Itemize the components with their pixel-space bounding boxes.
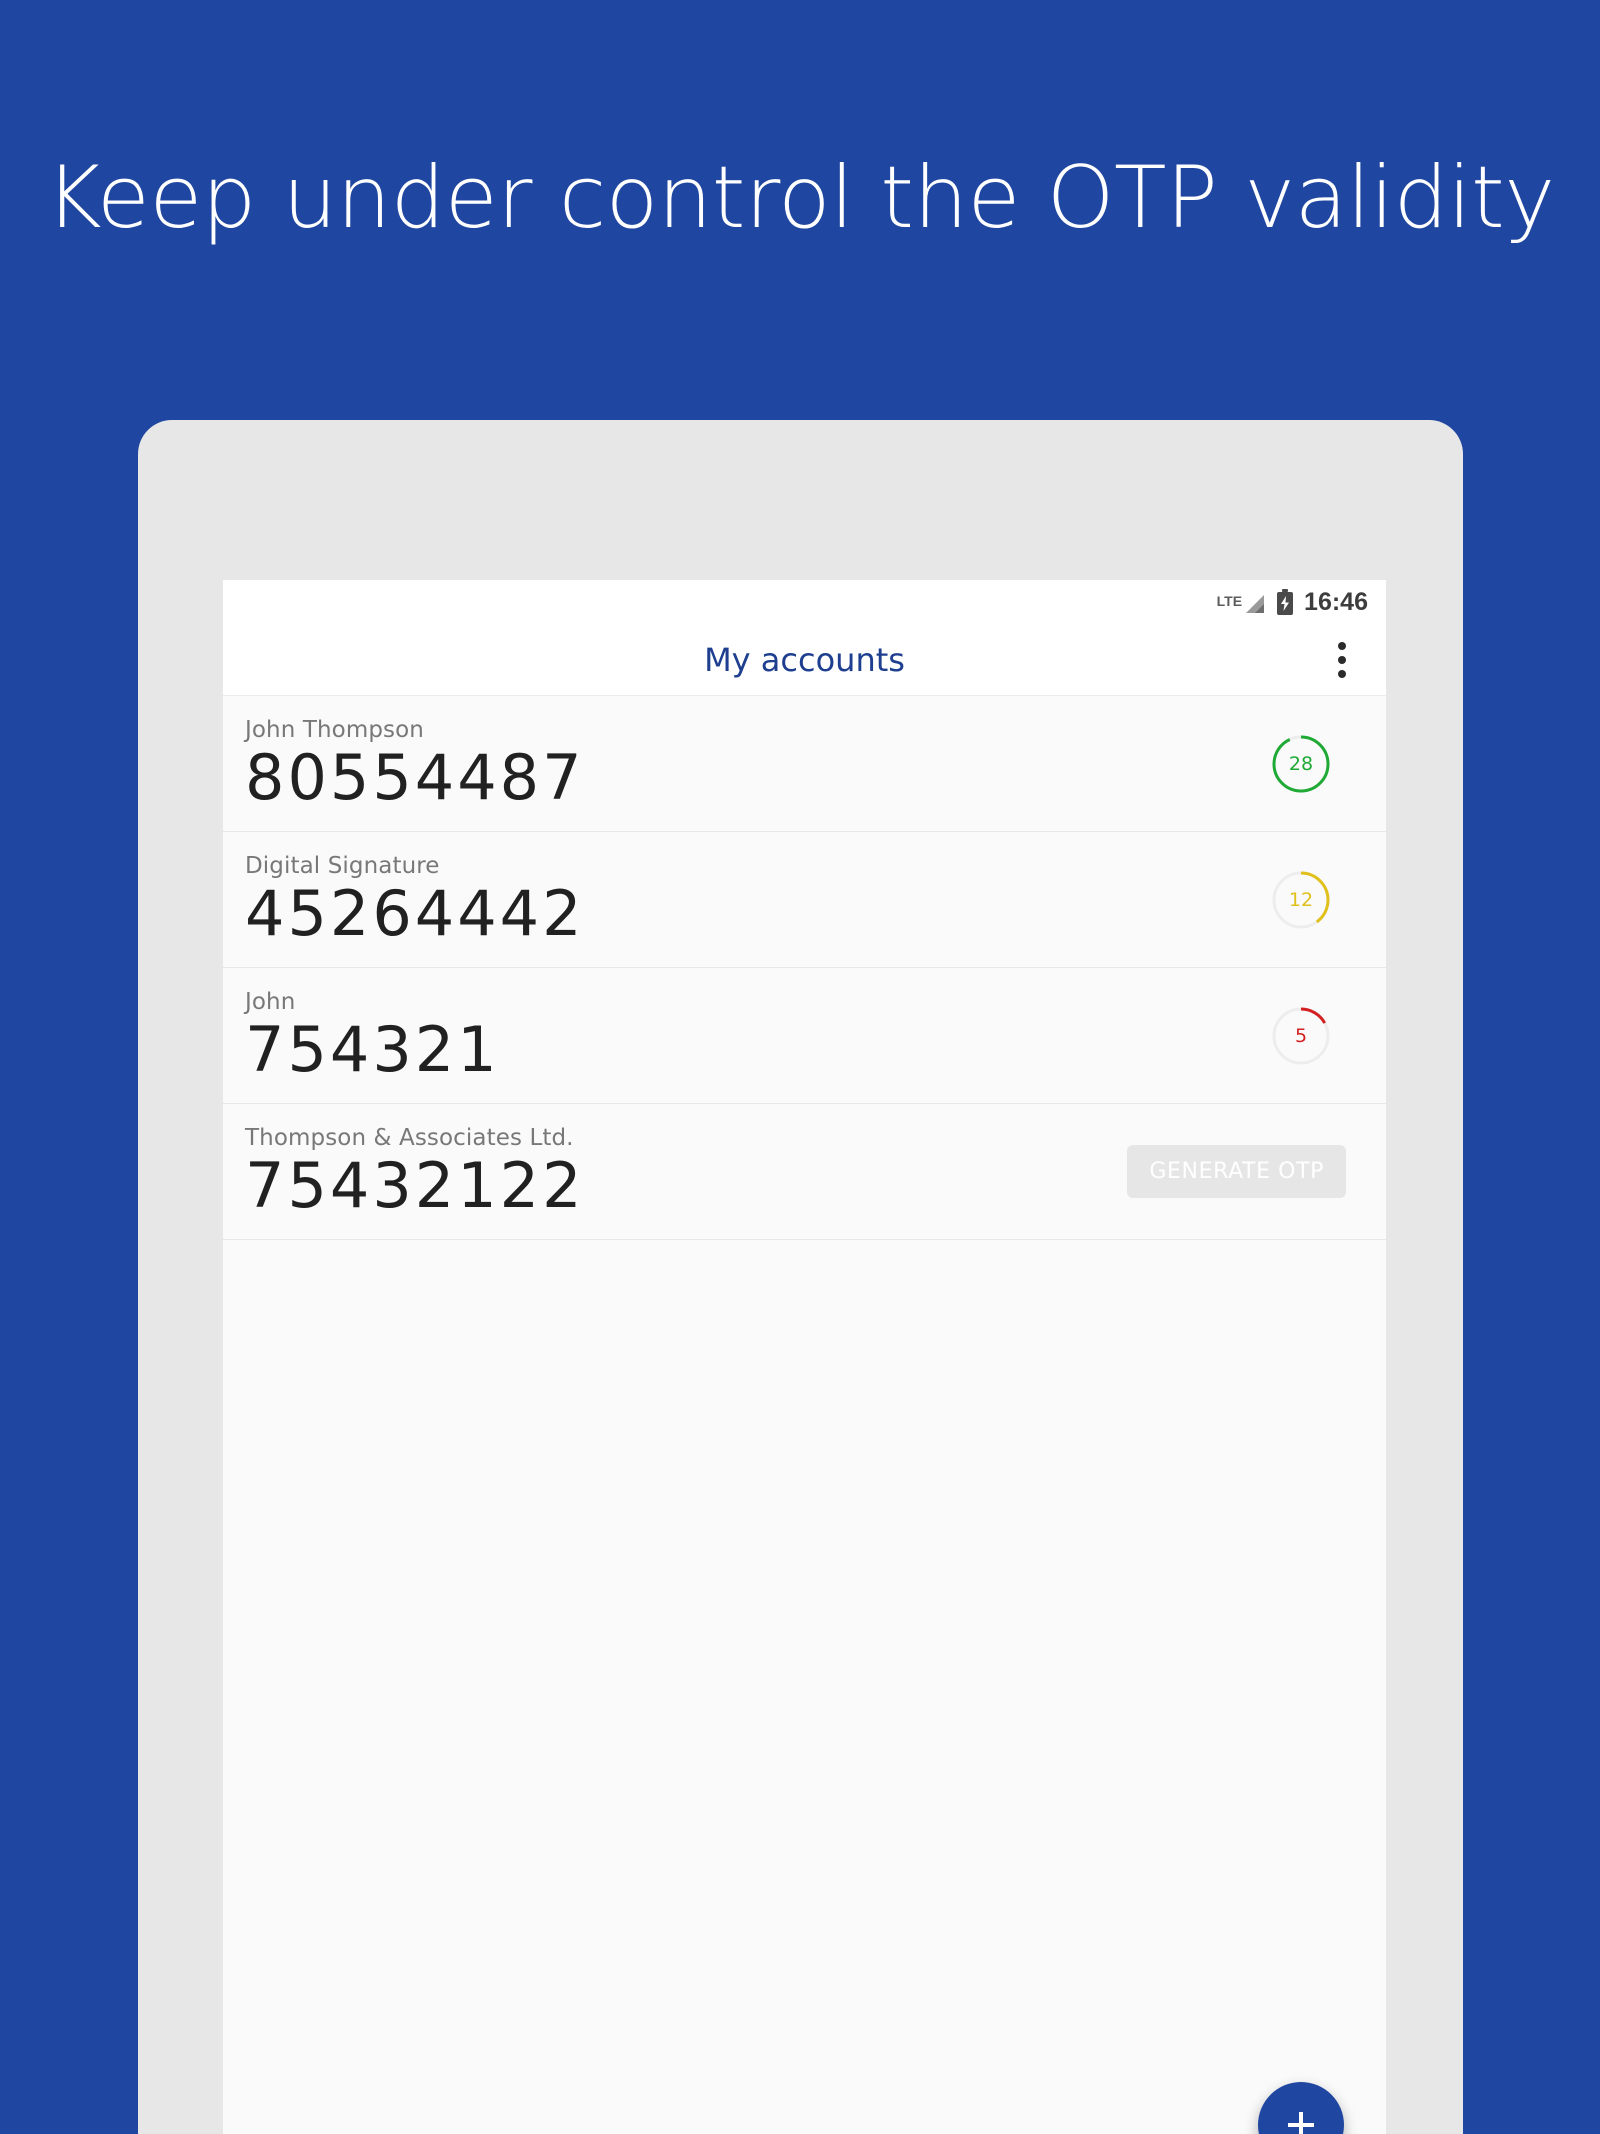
account-row[interactable]: John 754321 5 xyxy=(223,968,1386,1104)
network-type-label: LTE xyxy=(1216,593,1243,609)
account-row[interactable]: John Thompson 80554487 28 xyxy=(223,696,1386,832)
account-row[interactable]: Digital Signature 45264442 12 xyxy=(223,832,1386,968)
account-otp-code: 754321 xyxy=(245,1012,500,1086)
app-bar: My accounts xyxy=(223,624,1386,696)
countdown-ring: 28 xyxy=(1270,733,1332,795)
status-bar: LTE 16:46 xyxy=(223,580,1386,624)
countdown-ring: 5 xyxy=(1270,1005,1332,1067)
overflow-menu-icon[interactable] xyxy=(1322,637,1362,683)
status-bar-clock: 16:46 xyxy=(1304,587,1368,616)
overflow-dot xyxy=(1338,669,1346,678)
plus-icon xyxy=(1282,2106,1320,2134)
account-info: John Thompson 80554487 xyxy=(245,717,1270,810)
account-label: Digital Signature xyxy=(245,852,440,879)
account-list: John Thompson 80554487 28 Digital Signat… xyxy=(223,696,1386,1240)
phone-screen: LTE 16:46 My accounts John Thompson 8055… xyxy=(223,580,1386,2134)
account-info: Digital Signature 45264442 xyxy=(245,853,1270,946)
account-label: Thompson & Associates Ltd. xyxy=(245,1124,574,1151)
countdown-ring: 12 xyxy=(1270,869,1332,931)
countdown-value: 28 xyxy=(1288,752,1314,775)
account-otp-code: 75432122 xyxy=(245,1148,585,1222)
account-otp-code: 45264442 xyxy=(245,876,585,950)
add-account-fab[interactable] xyxy=(1258,2082,1344,2134)
signal-indicator: LTE xyxy=(1217,589,1266,615)
account-label: John xyxy=(245,988,296,1015)
account-otp-code: 80554487 xyxy=(245,740,585,814)
signal-bars-icon xyxy=(1244,593,1266,615)
account-label: John Thompson xyxy=(245,716,424,743)
account-info: John 754321 xyxy=(245,989,1270,1082)
battery-charging-icon xyxy=(1276,588,1294,616)
account-info: Thompson & Associates Ltd. 75432122 xyxy=(245,1125,1127,1218)
page-headline: Keep under control the OTP validity xyxy=(45,148,1555,248)
countdown-value: 12 xyxy=(1288,888,1314,911)
countdown-value: 5 xyxy=(1294,1024,1308,1047)
overflow-dot xyxy=(1338,641,1346,650)
account-row[interactable]: Thompson & Associates Ltd. 75432122 GENE… xyxy=(223,1104,1386,1240)
overflow-dot xyxy=(1338,655,1346,664)
page-title: My accounts xyxy=(704,640,905,679)
generate-otp-button[interactable]: GENERATE OTP xyxy=(1127,1145,1346,1198)
